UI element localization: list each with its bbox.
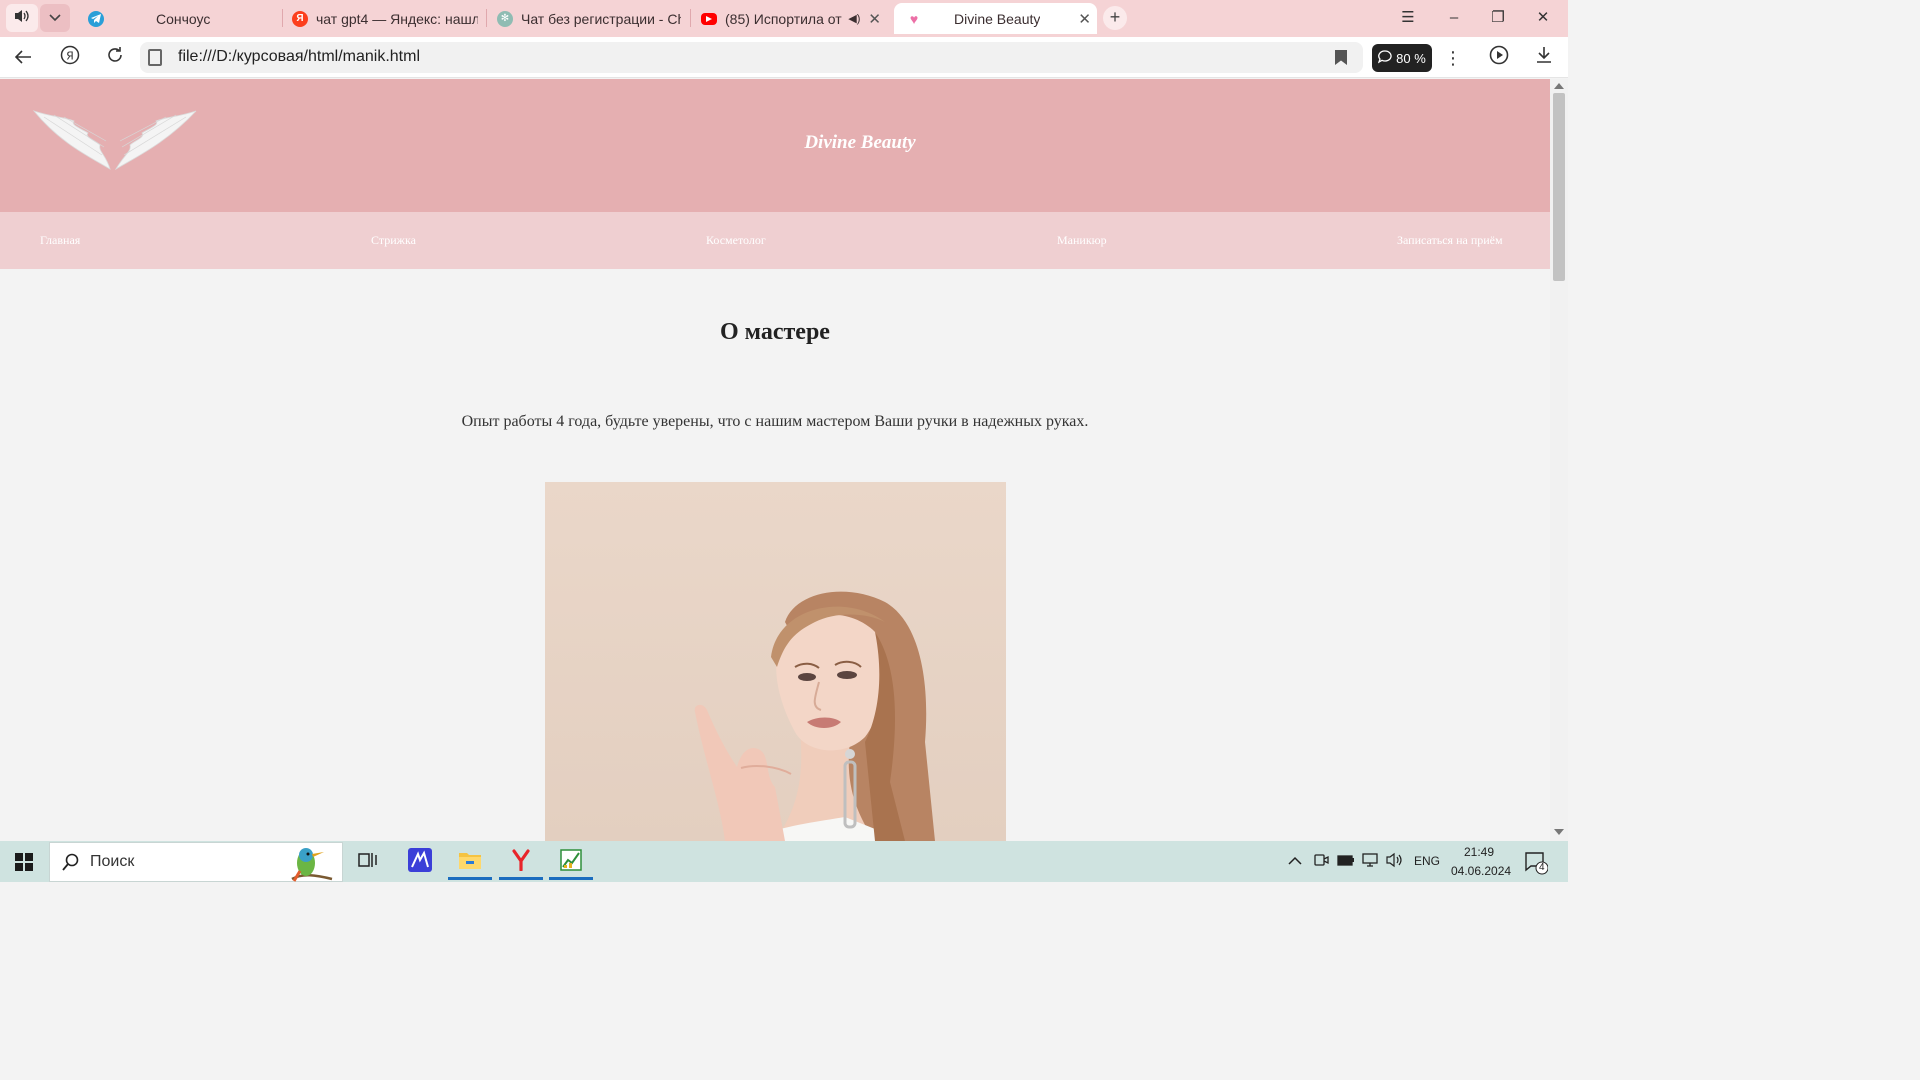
meet-now-icon[interactable] bbox=[1313, 852, 1329, 873]
tab-title: Сончоус bbox=[156, 10, 211, 27]
browser-tab-strip: Сончоус Я чат gpt4 — Яндекс: нашло ✻ Чат… bbox=[0, 0, 1568, 37]
page-scrollbar[interactable] bbox=[1550, 79, 1568, 841]
search-placeholder: Поиск bbox=[90, 853, 135, 870]
restore-button[interactable]: ❐ bbox=[1487, 7, 1509, 29]
tab-divine-beauty[interactable]: ♥ Divine Beauty ✕ bbox=[894, 3, 1097, 34]
active-app-indicator bbox=[448, 877, 492, 880]
zoom-indicator[interactable]: 80 % bbox=[1372, 44, 1432, 72]
yandex-browser-icon bbox=[510, 848, 532, 876]
volume-icon[interactable] bbox=[1385, 852, 1403, 873]
taskbar-app-file-explorer[interactable] bbox=[448, 844, 492, 880]
nav-link-haircut[interactable]: Стрижка bbox=[371, 233, 416, 248]
site-title: Divine Beauty bbox=[804, 132, 916, 153]
telegram-icon bbox=[88, 10, 104, 27]
youtube-icon bbox=[701, 12, 717, 25]
minimize-button[interactable]: – bbox=[1443, 7, 1465, 29]
windows-start-icon[interactable] bbox=[15, 853, 33, 871]
speaker-icon bbox=[14, 9, 30, 28]
nav-link-home[interactable]: Главная bbox=[40, 233, 80, 248]
task-view-icon bbox=[358, 851, 378, 874]
active-app-indicator bbox=[549, 877, 593, 880]
tab-telegram[interactable]: Сончоус bbox=[84, 3, 280, 34]
reload-button[interactable] bbox=[102, 45, 128, 71]
bird-illustration-icon bbox=[272, 843, 342, 888]
task-view-button[interactable] bbox=[346, 844, 390, 880]
chevron-down-icon bbox=[49, 9, 61, 27]
search-icon bbox=[62, 853, 80, 876]
tab-title: чат gpt4 — Яндекс: нашло bbox=[316, 10, 478, 27]
zoom-level: 80 % bbox=[1396, 50, 1426, 66]
play-icon bbox=[1489, 45, 1509, 69]
site-navigation: Главная Стрижка Косметолог Маникюр Запис… bbox=[0, 212, 1550, 269]
tab-divider bbox=[486, 9, 487, 27]
nav-link-cosmetologist[interactable]: Косметолог bbox=[706, 233, 766, 248]
taskbar-app-task-manager[interactable] bbox=[549, 844, 593, 880]
battery-icon[interactable] bbox=[1337, 853, 1355, 871]
scroll-down-arrow-icon[interactable] bbox=[1554, 829, 1564, 835]
tab-title: Чат без регистрации - Ch bbox=[521, 10, 681, 27]
taskbar-search-input[interactable]: Поиск bbox=[49, 842, 343, 882]
url-text[interactable]: file:///D:/курсовая/html/manik.html bbox=[178, 48, 420, 66]
clock-time[interactable]: 21:49 bbox=[1464, 845, 1494, 859]
media-player-button[interactable] bbox=[1486, 45, 1512, 71]
speaker-icon[interactable]: ◀) bbox=[848, 12, 860, 25]
windows-taskbar: Поиск ENG 21:49 04.06.2024 4 bbox=[0, 841, 1568, 882]
tab-youtube[interactable]: (85) Испортила отпу ◀) ✕ bbox=[701, 3, 887, 34]
web-page: Divine Beauty Главная Стрижка Косметолог… bbox=[0, 79, 1550, 841]
taskbar-app-yandex-browser[interactable] bbox=[499, 844, 543, 880]
reload-icon bbox=[106, 47, 124, 68]
yandex-home-button[interactable]: Я bbox=[57, 45, 83, 71]
downloads-button[interactable] bbox=[1531, 45, 1557, 71]
back-button[interactable] bbox=[10, 45, 36, 71]
tab-divider bbox=[690, 9, 691, 27]
svg-text:Я: Я bbox=[66, 50, 74, 63]
hamburger-menu-icon[interactable]: ☰ bbox=[1397, 7, 1419, 29]
nav-link-manicure[interactable]: Маникюр bbox=[1057, 233, 1107, 248]
tab-title: Divine Beauty bbox=[954, 10, 1041, 27]
file-icon bbox=[148, 49, 162, 66]
scroll-up-arrow-icon[interactable] bbox=[1554, 83, 1564, 89]
clock-date[interactable]: 04.06.2024 bbox=[1451, 864, 1511, 878]
chart-app-icon bbox=[560, 848, 582, 876]
chat-bubble-icon bbox=[1378, 49, 1392, 67]
chevron-up-icon[interactable] bbox=[1288, 853, 1302, 871]
more-options-icon[interactable]: ⋮ bbox=[1440, 45, 1466, 71]
about-master-text: Опыт работы 4 года, будьте уверены, что … bbox=[461, 413, 1089, 430]
new-tab-button[interactable]: + bbox=[1103, 6, 1127, 30]
arrow-left-icon bbox=[14, 48, 31, 68]
tab-yandex-search[interactable]: Я чат gpt4 — Яндекс: нашло bbox=[292, 3, 478, 34]
tab-chat[interactable]: ✻ Чат без регистрации - Ch bbox=[497, 3, 681, 34]
about-master-heading: О мастере bbox=[720, 319, 830, 345]
tab-title: (85) Испортила отпу bbox=[725, 10, 842, 27]
tabs-menu-button[interactable] bbox=[40, 4, 70, 32]
close-window-button[interactable]: ✕ bbox=[1532, 7, 1554, 29]
language-indicator[interactable]: ENG bbox=[1414, 854, 1440, 868]
yandex-icon: Я bbox=[292, 10, 308, 27]
scrollbar-thumb[interactable] bbox=[1553, 93, 1565, 281]
taskbar-app-editor[interactable] bbox=[398, 844, 442, 880]
active-app-indicator bbox=[499, 877, 543, 880]
folder-icon bbox=[458, 850, 482, 875]
editor-app-icon bbox=[408, 847, 432, 877]
browser-toolbar: Я file:///D:/курсовая/html/manik.html 80… bbox=[0, 37, 1568, 78]
nav-link-book-appointment[interactable]: Записаться на приём bbox=[1397, 233, 1503, 248]
close-icon[interactable]: ✕ bbox=[868, 10, 881, 28]
close-icon[interactable]: ✕ bbox=[1078, 10, 1091, 28]
notification-count: 4 bbox=[1539, 862, 1545, 873]
tab-audio-button[interactable] bbox=[6, 4, 38, 32]
chatgpt-icon: ✻ bbox=[497, 10, 513, 27]
download-icon bbox=[1536, 47, 1552, 68]
network-icon[interactable] bbox=[1361, 852, 1379, 873]
heart-icon: ♥ bbox=[909, 10, 919, 27]
tab-divider bbox=[282, 9, 283, 27]
master-photo bbox=[545, 482, 1006, 841]
bookmark-icon[interactable] bbox=[1335, 50, 1347, 65]
site-header: Divine Beauty bbox=[0, 79, 1550, 212]
yandex-logo-icon: Я bbox=[60, 45, 80, 69]
address-bar[interactable]: file:///D:/курсовая/html/manik.html bbox=[140, 42, 1363, 73]
